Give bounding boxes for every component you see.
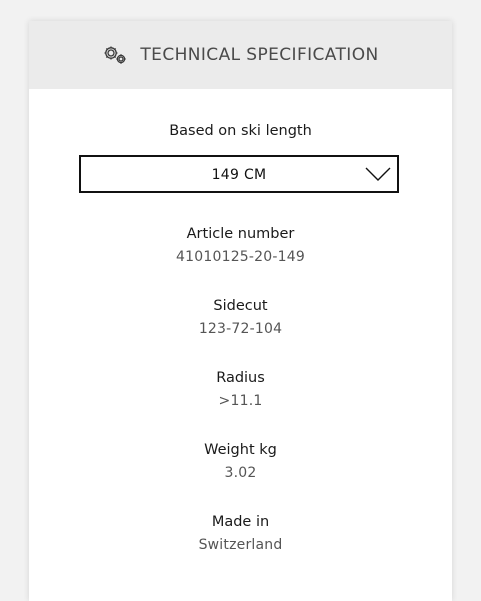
spec-made-in: Made in Switzerland [29, 512, 452, 555]
gears-icon [104, 46, 127, 64]
spec-value: 41010125-20-149 [176, 249, 305, 265]
chevron-down-icon [365, 167, 391, 181]
spec-value: Switzerland [198, 537, 283, 553]
spec-label: Article number [186, 226, 295, 242]
ski-length-select[interactable]: 149 CM [79, 155, 399, 193]
spec-label: Made in [211, 514, 270, 530]
spec-label: Weight kg [204, 442, 277, 458]
spec-label: Radius [216, 370, 265, 386]
spec-value: 3.02 [224, 465, 257, 481]
spec-label: Sidecut [213, 298, 268, 314]
card-header: TECHNICAL SPECIFICATION [29, 21, 452, 89]
selected-length: 149 CM [211, 167, 267, 183]
spec-value: 123-72-104 [198, 321, 283, 337]
spec-sidecut: Sidecut 123-72-104 [29, 296, 452, 339]
spec-radius: Radius >11.1 [29, 368, 452, 411]
length-selector-label: Based on ski length [169, 123, 312, 139]
spec-article-number: Article number 41010125-20-149 [29, 224, 452, 267]
section-title: TECHNICAL SPECIFICATION [140, 45, 379, 65]
spec-weight: Weight kg 3.02 [29, 440, 452, 483]
spec-value: >11.1 [218, 393, 263, 409]
technical-specification-card: TECHNICAL SPECIFICATION Based on ski len… [29, 21, 452, 601]
